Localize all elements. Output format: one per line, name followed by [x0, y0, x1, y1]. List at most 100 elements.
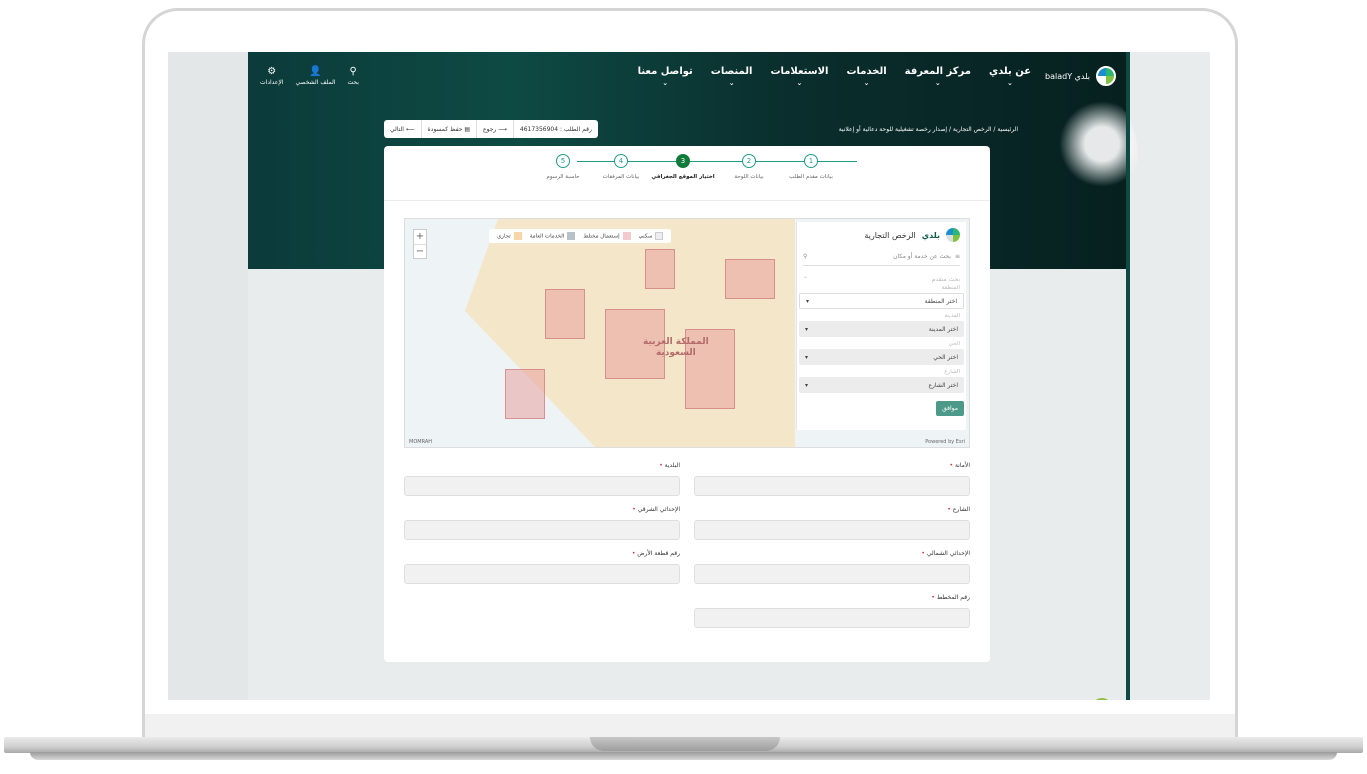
search-icon[interactable]: ⚲ [803, 253, 807, 260]
street-caption: الشارع [944, 369, 960, 375]
nav-label: الخدمات [846, 65, 887, 77]
chevron-down-icon: ⌄ [863, 78, 870, 87]
tool-label: الإعدادات [260, 79, 284, 86]
country-label-line: السعودية [655, 348, 696, 358]
field-street: الشارع • [694, 506, 970, 540]
laptop-notch [590, 737, 780, 751]
baladi-logo[interactable]: بلدي baladY [1045, 66, 1116, 86]
chevron-down-icon: ⌄ [796, 78, 803, 87]
map-country-label: المملكة العربية السعودية [643, 337, 709, 359]
step-1[interactable]: 1 بيانات مقدم الطلب [776, 154, 846, 180]
arrow-left-icon: ⟵ [405, 125, 415, 133]
step-3[interactable]: 3 اختيار الموقع الجغرافي [648, 154, 718, 180]
zoom-in-button[interactable]: + [414, 230, 426, 244]
next-button[interactable]: التالي ⟵ [384, 120, 422, 138]
tool-label: بحث [347, 79, 359, 86]
map-zone [505, 369, 545, 419]
required-mark: • [631, 550, 636, 557]
required-mark: • [921, 550, 925, 557]
step-number: 4 [614, 154, 628, 168]
panel-header: بلدي الرخص التجارية [797, 222, 966, 244]
panel-search-field[interactable]: ≡ بحث عن خدمة أو مكان ⚲ [803, 248, 960, 266]
map-view[interactable]: المملكة العربية السعودية + − سكني إستعمال… [404, 218, 970, 448]
district-select[interactable]: اختر الحي ▾ [799, 349, 964, 365]
region-select[interactable]: اختر المنطقة ▾ [799, 293, 964, 309]
field-easting: الإحداثي الشرقي • [404, 506, 680, 540]
baladiya-input[interactable] [404, 476, 680, 496]
map-zone [545, 289, 585, 339]
save-draft-button[interactable]: حفظ كمسودة ▤ [421, 120, 478, 138]
select-value: اختر الشارع [928, 381, 958, 389]
help-button[interactable] [1092, 698, 1112, 700]
nav-item-contact[interactable]: تواصل معنا ⌄ [638, 66, 693, 87]
step-number: 5 [556, 154, 570, 168]
legend-item: سكني [639, 232, 664, 240]
select-value: اختر الحي [933, 353, 958, 361]
nav-item-platforms[interactable]: المنصات ⌄ [711, 66, 753, 87]
label-text: الإحداثي الشمالي [926, 550, 970, 557]
legend-label: الخدمات العامة [529, 233, 565, 240]
street-input[interactable] [694, 520, 970, 540]
caret-down-icon: ▾ [805, 381, 809, 389]
street-select[interactable]: اختر الشارع ▾ [799, 377, 964, 393]
map-legend: سكني إستعمال مختلط الخدمات العامة تجاري [489, 229, 672, 243]
back-button[interactable]: رجوع ⟶ [477, 120, 514, 138]
label-text: رقم قطعة الأرض [637, 550, 680, 557]
label-text: رقم المخطط [936, 594, 970, 601]
search-icon: ⚲ [349, 66, 357, 77]
zoom-out-button[interactable]: − [414, 244, 426, 258]
logo-icon [1096, 66, 1116, 86]
arrow-right-icon: ⟶ [498, 125, 507, 133]
legend-label: إستعمال مختلط [583, 233, 620, 240]
field-northing: الإحداثي الشمالي • [694, 550, 970, 584]
settings-tool[interactable]: ⚙ الإعدادات [260, 66, 283, 86]
nav-label: تواصل معنا [637, 65, 693, 77]
easting-input[interactable] [404, 520, 680, 540]
baladi-logo-icon [946, 228, 960, 242]
profile-tool[interactable]: 👤 الملف الشخصي [295, 66, 335, 86]
panel-title: الرخص التجارية [864, 230, 916, 240]
step-5[interactable]: 5 حاسبة الرسوم [528, 154, 598, 180]
plan-number-input[interactable] [694, 608, 970, 628]
tool-label: الملف الشخصي [295, 79, 336, 86]
stepper: 1 بيانات مقدم الطلب 2 بيانات اللوحة 3 اختيا… [384, 154, 990, 194]
chevron-down-icon: ⌄ [934, 78, 941, 87]
panel-logo-text: بلدي [921, 230, 940, 240]
nav-item-services[interactable]: الخدمات ⌄ [846, 66, 886, 87]
northing-input[interactable] [694, 564, 970, 584]
legend-label: تجاري [497, 233, 511, 240]
ok-button[interactable]: موافق [936, 401, 964, 416]
chevron-down-icon: ⌄ [662, 78, 669, 87]
plot-number-input[interactable] [404, 564, 680, 584]
advanced-search-toggle[interactable]: بحث متقدم ⌃ [803, 276, 960, 283]
nav-label: عن بلدي [988, 65, 1032, 77]
main-card: 1 بيانات مقدم الطلب 2 بيانات اللوحة 3 اختيا… [384, 146, 990, 662]
breadcrumb[interactable]: الرئيسية / الرخص التجارية / إصدار رخصة ت… [728, 126, 1018, 133]
step-number: 3 [676, 154, 690, 168]
field-label: الإحداثي الشرقي • [404, 506, 680, 516]
nav-item-knowledge[interactable]: مركز المعرفة ⌄ [905, 66, 971, 87]
nav-label: مركز المعرفة [904, 65, 971, 77]
nav-item-inquiries[interactable]: الاستعلامات ⌄ [770, 66, 828, 87]
page-edge [1126, 52, 1130, 700]
menu-icon[interactable]: ≡ [955, 253, 960, 260]
legend-swatch [567, 232, 576, 240]
search-tool[interactable]: ⚲ بحث [347, 66, 358, 86]
user-icon: 👤 [309, 66, 322, 77]
logo-text: بلدي baladY [1045, 71, 1090, 81]
amana-input[interactable] [694, 476, 970, 496]
nav-item-about[interactable]: عن بلدي ⌄ [989, 66, 1031, 87]
field-plot-number: رقم قطعة الأرض • [404, 550, 680, 584]
city-caption: المدينة [944, 313, 960, 319]
required-mark: • [949, 462, 954, 469]
step-label: اختيار الموقع الجغرافي [651, 174, 715, 180]
city-select[interactable]: اختر المدينة ▾ [799, 321, 964, 337]
field-label: الأمانة • [694, 462, 971, 472]
label-text: البلدية [664, 462, 680, 469]
chevron-up-icon: ⌃ [803, 276, 809, 283]
legend-swatch [622, 232, 631, 240]
step-label: بيانات مقدم الطلب [789, 174, 833, 180]
map-search-panel: بلدي الرخص التجارية ≡ بحث عن خدمة أو مكا… [796, 222, 966, 430]
page-gutter-left [168, 52, 248, 700]
step-2[interactable]: 2 بيانات اللوحة [714, 154, 784, 180]
